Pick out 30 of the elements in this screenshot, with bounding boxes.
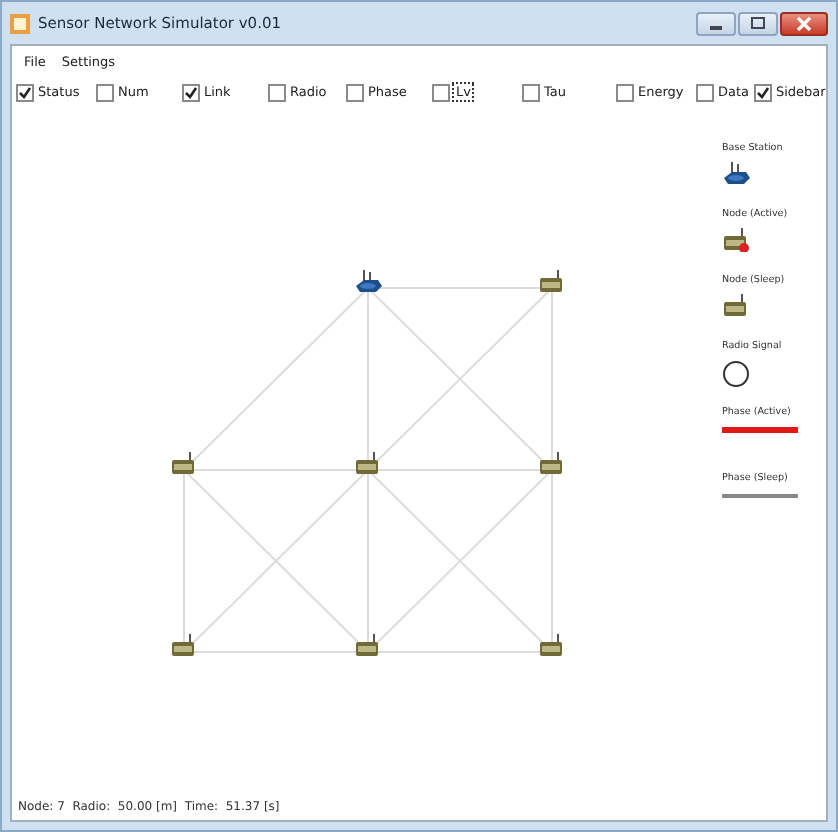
checkbox[interactable] <box>432 83 450 101</box>
sensor-node-icon <box>356 633 378 656</box>
base-station-icon <box>356 269 382 292</box>
maximize-button[interactable] <box>738 11 778 35</box>
close-button[interactable] <box>780 11 828 35</box>
checkbox[interactable] <box>522 83 540 101</box>
app-icon <box>10 13 30 33</box>
line-icon <box>722 427 798 433</box>
checkbox[interactable] <box>182 83 200 101</box>
maximize-icon <box>750 16 766 30</box>
checkbox[interactable] <box>616 83 634 101</box>
sensor-node-icon <box>540 269 562 292</box>
sensor-node-icon <box>172 451 194 474</box>
sensor-node-icon <box>540 451 562 474</box>
line-icon <box>722 494 798 498</box>
base-station-icon <box>724 162 750 184</box>
sensor-node-icon <box>724 228 749 252</box>
minimize-button[interactable] <box>696 11 736 35</box>
sensor-node-icon <box>356 451 378 474</box>
sensor-node-icon <box>724 294 746 316</box>
close-icon <box>796 15 812 31</box>
checkbox[interactable] <box>16 83 34 101</box>
checkbox[interactable] <box>754 83 772 101</box>
circle-icon <box>723 361 749 387</box>
sensor-node-icon <box>540 633 562 656</box>
checkbox[interactable] <box>268 83 286 101</box>
checkbox[interactable] <box>696 83 714 101</box>
sensor-node-icon <box>172 633 194 656</box>
checkbox[interactable] <box>346 83 364 101</box>
checkbox[interactable] <box>96 83 114 101</box>
